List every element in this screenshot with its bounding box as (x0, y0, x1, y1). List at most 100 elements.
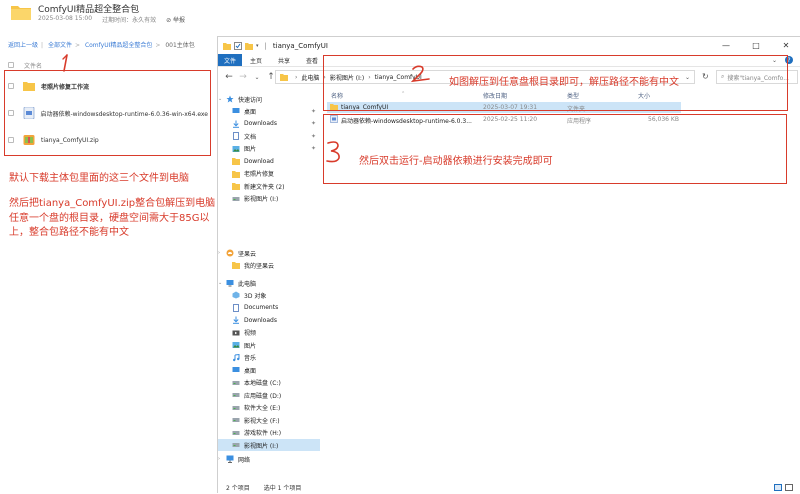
drive-icon (232, 430, 240, 435)
nav-item-label: 桌面 (244, 367, 257, 375)
video-icon (232, 330, 240, 335)
desktop-icon (232, 108, 240, 113)
nav-item[interactable]: 新建文件夹 (2) (218, 180, 320, 192)
column-filename: 文件名 (24, 62, 43, 70)
new-folder-icon[interactable] (245, 42, 253, 50)
annotation-number-1 (62, 54, 68, 72)
annotation-number-2 (410, 65, 430, 83)
chevron-down-icon[interactable]: ▾ (256, 43, 259, 49)
file-row[interactable]: 启动器依赖-windowsdesktop-runtime-6.0.36-win-… (8, 105, 208, 121)
drive-icon (232, 443, 240, 447)
computer-icon (226, 280, 234, 287)
properties-icon[interactable] (234, 41, 242, 50)
large-icons-view-icon[interactable] (785, 484, 793, 491)
file-checkbox[interactable] (8, 137, 14, 143)
nav-item[interactable]: 桌面 ✦ (218, 105, 320, 117)
nav-cloud[interactable]: › 坚果云 (218, 247, 320, 259)
nav-item-label: 图片 (244, 342, 257, 350)
nav-item-label: 影视图片 (I:) (244, 196, 279, 203)
nav-item[interactable]: 影视大全 (F:) (218, 414, 320, 426)
file-name: 老照片修复工作流 (41, 83, 90, 91)
tab-share[interactable]: 共享 (270, 54, 298, 66)
music-icon (233, 353, 240, 361)
nav-item[interactable]: 视频 (218, 327, 320, 339)
nav-item[interactable]: 老照片修复 (218, 168, 320, 180)
select-all-checkbox[interactable] (8, 62, 14, 68)
recent-chevron-icon[interactable]: ⌄ (250, 74, 264, 81)
navigation-pane: ⌄ 快速访问 桌面 ✦ Downloads ✦ 文档 ✦ 图片 ✦ Download 老照片修复新… (218, 93, 320, 478)
nav-item-label: 游戏软件 (H:) (244, 430, 282, 437)
3d-objects-icon (232, 291, 240, 299)
address-segment-this-pc[interactable]: 此电脑 (301, 73, 319, 82)
nav-item-label: 软件大全 (E:) (244, 405, 281, 412)
status-bar: 2 个项目 选中 1 个项目 (218, 481, 800, 494)
details-view-icon[interactable] (774, 484, 782, 491)
instruction-note-4: 然后双击运行-启动器依赖进行安装完成即可 (359, 156, 553, 167)
nav-item-label: 视频 (244, 330, 257, 337)
folder-icon[interactable] (223, 42, 231, 50)
nav-item-label: 影视图片 (I:) (244, 442, 279, 450)
nav-item[interactable]: 音乐 (218, 352, 320, 364)
nav-item[interactable]: Downloads (218, 314, 320, 326)
download-icon (233, 316, 239, 324)
nav-item[interactable]: 影视图片 (I:) (218, 193, 320, 205)
nav-network[interactable]: › 网络 (218, 453, 320, 465)
drive-icon (232, 418, 240, 422)
nav-item-label: 影视大全 (F:) (244, 417, 280, 425)
nav-item[interactable]: 本地磁盘 (C:) (218, 377, 320, 389)
folder-icon (280, 73, 288, 81)
report-button[interactable]: ⊘ 举报 (166, 15, 185, 24)
tab-file[interactable]: 文件 (218, 54, 242, 66)
nav-this-pc[interactable]: ⌄ 此电脑 (218, 277, 320, 289)
forward-arrow-icon[interactable]: → (236, 72, 250, 82)
nav-item[interactable]: 图片 ✦ (218, 143, 320, 155)
window-controls: — □ ✕ (711, 37, 800, 54)
breadcrumb-all-files-link[interactable]: 全部文件 (48, 42, 72, 49)
nav-item-label: 音乐 (244, 355, 257, 362)
breadcrumb-back-link[interactable]: 返回上一级 (8, 42, 38, 49)
nav-item[interactable]: 图片 (218, 339, 320, 351)
nav-item[interactable]: Download (218, 155, 320, 167)
nav-item[interactable]: Downloads ✦ (218, 118, 320, 130)
close-button[interactable]: ✕ (771, 37, 800, 54)
nav-item[interactable]: 3D 对象 (218, 289, 320, 301)
breadcrumb: 返回上一级 | 全部文件 > ComfyUI精品超全整合包 > 001主体包 (8, 42, 195, 49)
drive-icon (232, 405, 240, 410)
nav-item[interactable]: Documents (218, 302, 320, 314)
nav-item[interactable]: 影视图片 (I:) (218, 439, 320, 451)
file-row[interactable]: 老照片修复工作流 (8, 78, 208, 94)
selected-count: 选中 1 个项目 (263, 485, 302, 492)
network-icon (226, 455, 234, 463)
share-date: 2025-03-08 15:00 (38, 15, 93, 22)
nav-item-label: 老照片修复 (244, 171, 275, 178)
nav-item[interactable]: 我的坚果云 (218, 259, 320, 271)
nav-item[interactable]: 软件大全 (E:) (218, 402, 320, 414)
nav-item[interactable]: 文档 ✦ (218, 130, 320, 142)
view-toggle (774, 484, 793, 491)
nav-item[interactable]: 桌面 (218, 364, 320, 376)
file-checkbox[interactable] (8, 83, 14, 89)
drive-icon (232, 393, 240, 397)
tab-view[interactable]: 查看 (298, 54, 326, 66)
address-separator: › (295, 73, 298, 81)
drive-icon (232, 196, 240, 201)
share-expiry: 过期时间：永久有效 (102, 17, 157, 24)
desktop-icon (232, 367, 240, 372)
nav-item[interactable]: 游戏软件 (H:) (218, 427, 320, 439)
file-row[interactable]: tianya_ComfyUI.zip (8, 132, 208, 148)
tab-home[interactable]: 主页 (242, 54, 270, 66)
breadcrumb-current: 001主体包 (165, 42, 195, 49)
maximize-button[interactable]: □ (741, 37, 771, 54)
minimize-button[interactable]: — (711, 37, 741, 54)
annotation-box-3 (323, 114, 787, 184)
annotation-number-3 (326, 141, 340, 163)
cloud-icon (226, 249, 234, 257)
breadcrumb-package-link[interactable]: ComfyUI精品超全整合包 (85, 42, 152, 49)
nav-item[interactable]: 应用磁盘 (D:) (218, 389, 320, 401)
back-arrow-icon[interactable]: ← (222, 72, 236, 82)
nav-quick-access[interactable]: ⌄ 快速访问 (218, 93, 320, 105)
star-icon (226, 95, 234, 103)
exe-file-icon (23, 107, 34, 119)
download-icon (233, 120, 239, 128)
file-checkbox[interactable] (8, 110, 14, 116)
